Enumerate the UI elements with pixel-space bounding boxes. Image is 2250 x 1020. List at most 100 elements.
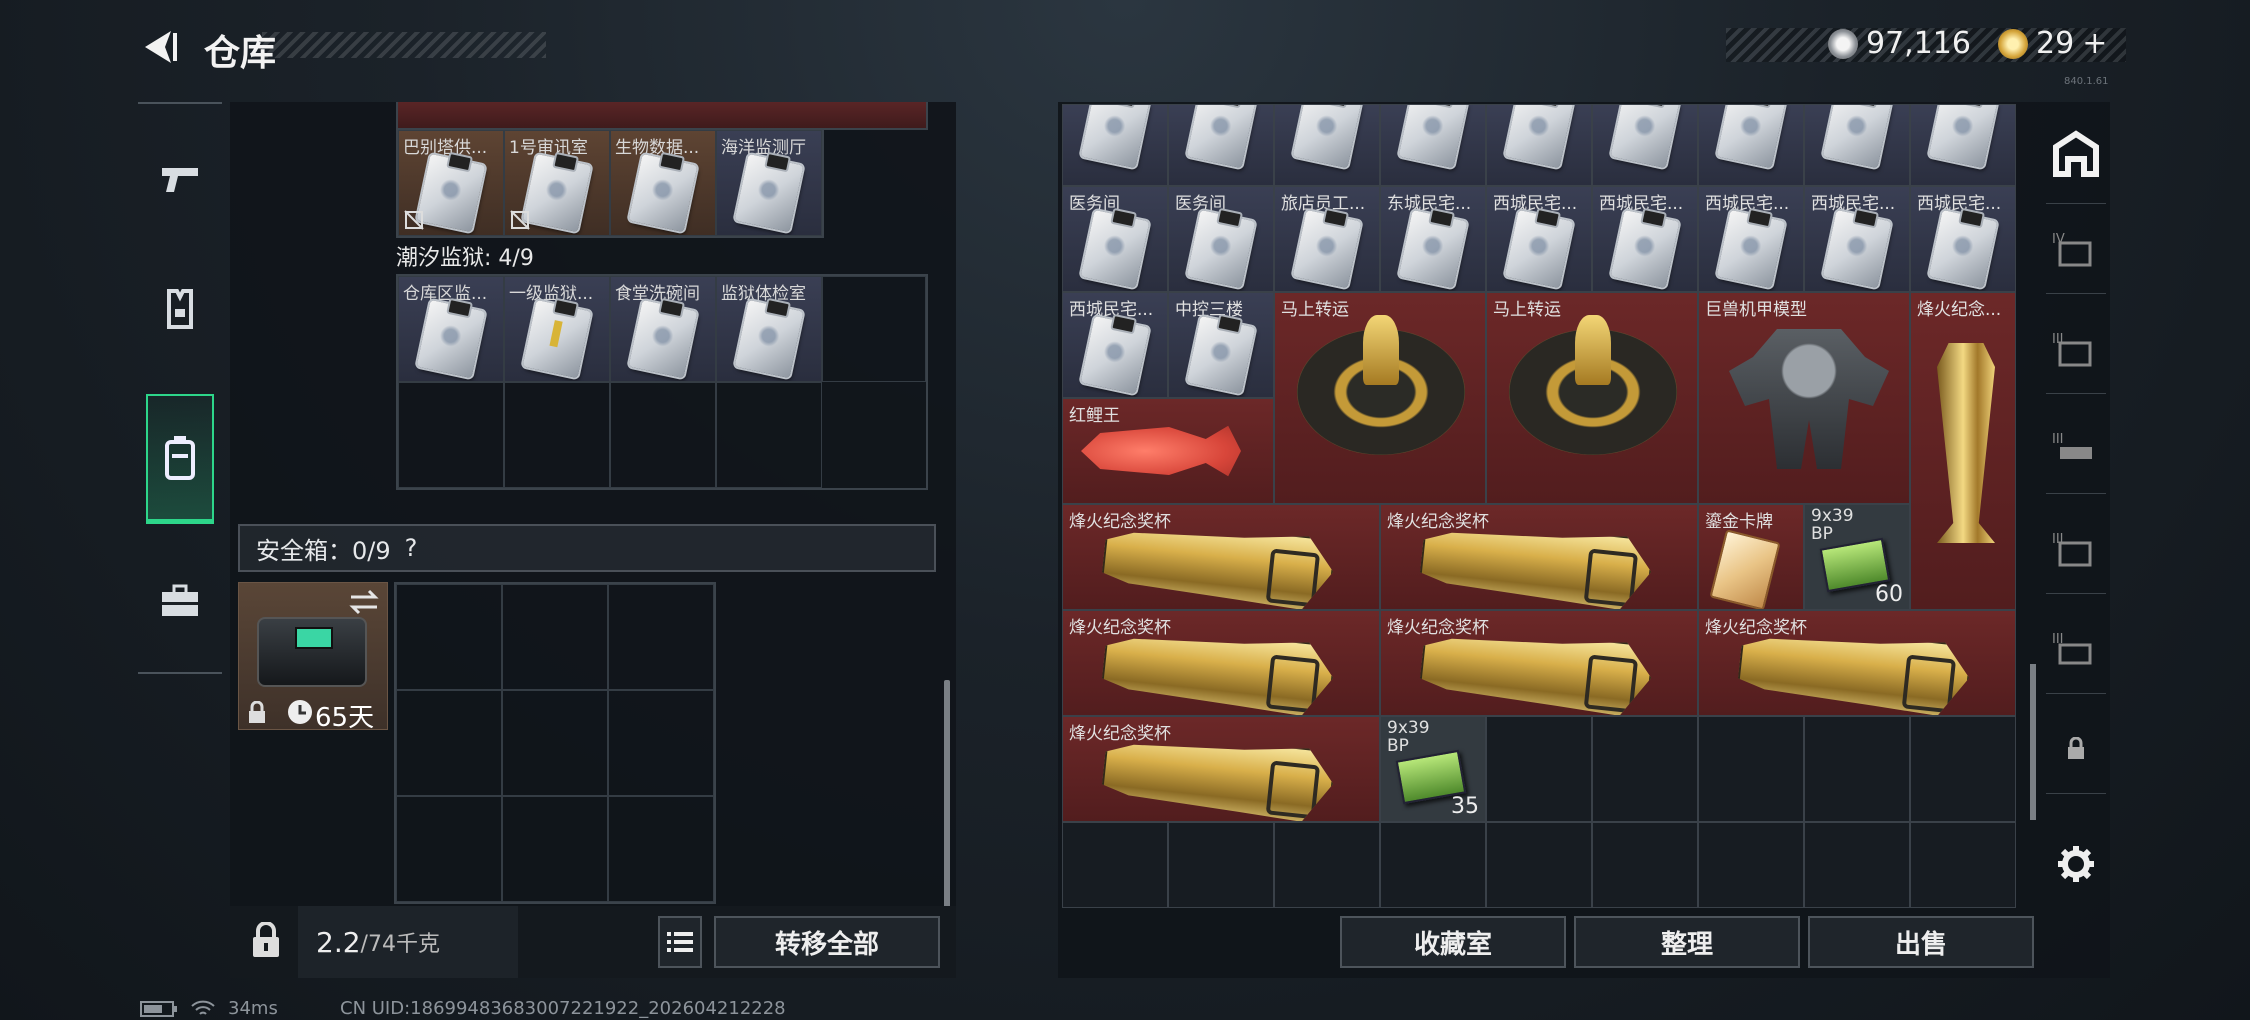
keycard-item[interactable]: 仓库区监... (398, 276, 504, 382)
tab-all[interactable] (2046, 104, 2106, 204)
sell-button[interactable]: 出售 (1808, 916, 2034, 968)
trophy-item[interactable]: 烽火纪念奖杯 (1062, 504, 1380, 610)
empty-slot[interactable] (1168, 822, 1274, 908)
left-scrollbar[interactable] (944, 680, 950, 910)
settings-button[interactable] (2046, 814, 2106, 914)
empty-slot[interactable] (502, 690, 608, 796)
empty-slot[interactable] (1804, 822, 1910, 908)
nav-armor[interactable] (138, 244, 222, 374)
keycard-item[interactable] (1592, 104, 1698, 186)
right-scrollbar[interactable] (2030, 664, 2036, 820)
keycard-item[interactable]: 食堂洗碗间 (610, 276, 716, 382)
keycard-item[interactable]: 巴别塔供... (398, 130, 504, 236)
tall-trophy-item[interactable]: 烽火纪念... (1910, 292, 2016, 610)
nav-weapon[interactable] (138, 114, 222, 244)
keycard-item[interactable]: 西城民宅... (1062, 292, 1168, 398)
empty-slot[interactable] (502, 584, 608, 690)
empty-slot[interactable] (1804, 716, 1910, 822)
keycard-item[interactable]: 1号审讯室 (504, 130, 610, 236)
empty-slot[interactable] (608, 796, 714, 902)
gold-plus-icon[interactable]: + (2082, 26, 2107, 61)
status-footer: 34ms (140, 998, 278, 1019)
tab-storage-3c[interactable]: III (2046, 504, 2106, 594)
nav-backpack[interactable] (146, 394, 214, 524)
empty-slot[interactable] (504, 382, 610, 488)
empty-slot[interactable] (1274, 822, 1380, 908)
keycard-item[interactable]: 医务间 (1168, 186, 1274, 292)
empty-slot[interactable] (1592, 822, 1698, 908)
keycard-item[interactable]: 海洋监测厅 (716, 130, 822, 236)
empty-slot[interactable] (1698, 822, 1804, 908)
empty-slot[interactable] (396, 796, 502, 902)
ammo-item[interactable]: 9x39 BP 60 (1804, 504, 1910, 610)
safebox-item[interactable]: 65天 (238, 582, 388, 733)
empty-slot[interactable] (610, 382, 716, 488)
keycard-item[interactable]: 西城民宅... (1804, 186, 1910, 292)
lucky-wheel-item[interactable]: 马上转运 (1274, 292, 1486, 504)
keycard-item[interactable] (1380, 104, 1486, 186)
list-view-button[interactable] (658, 916, 702, 968)
keycard-item[interactable] (1910, 104, 2016, 186)
empty-slot[interactable] (716, 382, 822, 488)
keycard-item[interactable] (1168, 104, 1274, 186)
lock-icon[interactable] (250, 922, 282, 960)
keycard-item[interactable]: 生物数据... (610, 130, 716, 236)
trophy-item[interactable]: 烽火纪念奖杯 (1698, 610, 2016, 716)
keycard-item[interactable] (1274, 104, 1380, 186)
collection-room-button[interactable]: 收藏室 (1340, 916, 1566, 968)
empty-slot[interactable] (1486, 822, 1592, 908)
empty-slot[interactable] (1380, 822, 1486, 908)
tab-locked[interactable] (2046, 704, 2106, 794)
empty-slot[interactable] (396, 690, 502, 796)
help-icon[interactable]: ? (405, 534, 418, 562)
empty-slot[interactable] (608, 690, 714, 796)
fish-item[interactable]: 红鲤王 (1062, 398, 1274, 504)
gold-card-item[interactable]: 鎏金卡牌 (1698, 504, 1804, 610)
tab-storage-4[interactable]: IV (2046, 204, 2106, 294)
keycard-item[interactable]: 西城民宅... (1592, 186, 1698, 292)
mech-model-item[interactable]: 巨兽机甲模型 (1698, 292, 1910, 504)
tab-storage-3b[interactable]: III (2046, 404, 2106, 494)
trophy-item[interactable]: 烽火纪念奖杯 (1380, 610, 1698, 716)
trophy-item[interactable]: 烽火纪念奖杯 (1062, 610, 1380, 716)
tab-storage-3d[interactable]: III (2046, 604, 2106, 694)
weight-value: 2.2 (316, 925, 361, 959)
ammo-item[interactable]: 9x39 BP 35 (1380, 716, 1486, 822)
keycard-item[interactable]: 监狱体检室 (716, 276, 822, 382)
keycard-item[interactable]: 西城民宅... (1910, 186, 2016, 292)
back-button[interactable] (134, 22, 184, 72)
keycard-item[interactable] (1062, 104, 1168, 186)
lucky-wheel-item[interactable]: 马上转运 (1486, 292, 1698, 504)
lock-icon (2068, 736, 2084, 759)
empty-slot[interactable] (822, 276, 926, 382)
nav-toolbox[interactable] (138, 536, 222, 666)
empty-slot[interactable] (608, 584, 714, 690)
empty-slot[interactable] (1698, 716, 1804, 822)
keycard-item[interactable]: 医务间 (1062, 186, 1168, 292)
keycard-item[interactable]: 东城民宅... (1380, 186, 1486, 292)
empty-slot[interactable] (398, 382, 504, 488)
gold-currency[interactable]: 29 + (1998, 26, 2107, 61)
keycard-item[interactable]: 一级监狱... (504, 276, 610, 382)
empty-slot[interactable] (1486, 716, 1592, 822)
transfer-all-button[interactable]: 转移全部 (714, 916, 940, 968)
keycard-item[interactable]: 旅店员工... (1274, 186, 1380, 292)
keycard-item[interactable]: 西城民宅... (1698, 186, 1804, 292)
trophy-item[interactable]: 烽火纪念奖杯 (1380, 504, 1698, 610)
empty-slot[interactable] (502, 796, 608, 902)
trophy-item[interactable]: 烽火纪念奖杯 (1062, 716, 1380, 822)
tab-storage-3a[interactable]: III (2046, 304, 2106, 394)
keycard-item[interactable] (1698, 104, 1804, 186)
left-category-nav (138, 102, 222, 674)
empty-slot[interactable] (1592, 716, 1698, 822)
keycard-item[interactable] (1804, 104, 1910, 186)
empty-slot[interactable] (396, 584, 502, 690)
empty-slot[interactable] (1910, 716, 2016, 822)
sort-button[interactable]: 整理 (1574, 916, 1800, 968)
clock-icon (288, 700, 312, 724)
keycard-item[interactable] (1486, 104, 1592, 186)
keycard-item[interactable]: 西城民宅... (1486, 186, 1592, 292)
empty-slot[interactable] (1910, 822, 2016, 908)
keycard-item[interactable]: 中控三楼 (1168, 292, 1274, 398)
empty-slot[interactable] (1062, 822, 1168, 908)
